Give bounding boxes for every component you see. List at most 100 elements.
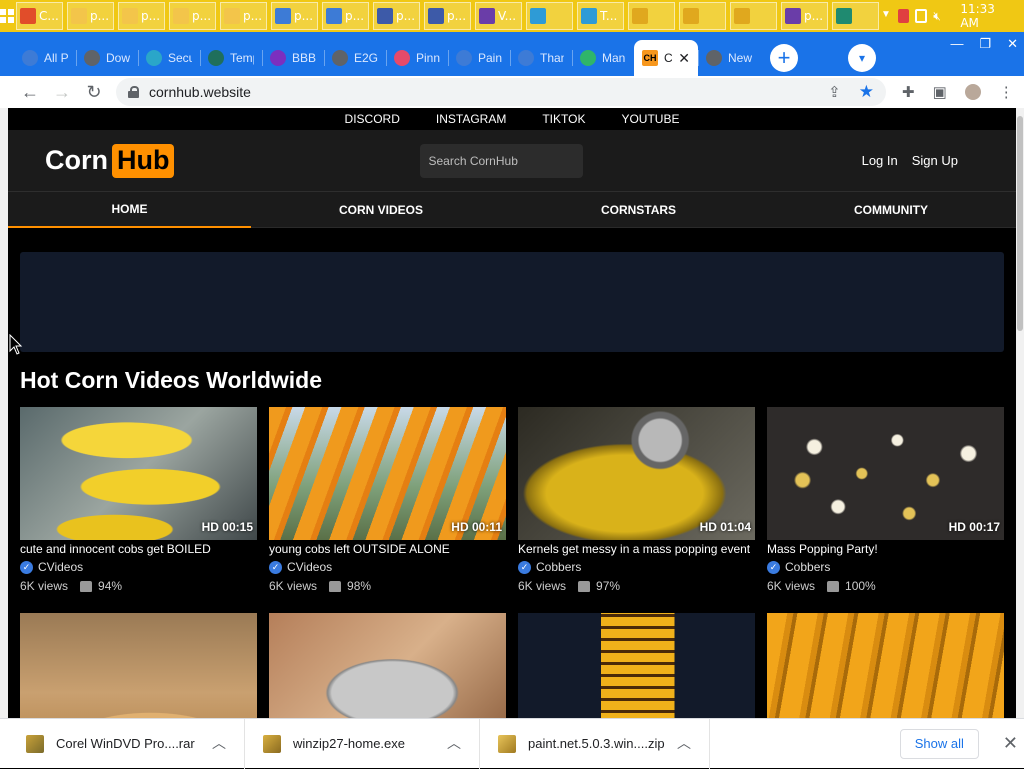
chevron-up-icon[interactable]: ︿ — [212, 733, 226, 753]
browser-tab[interactable]: BBB — [262, 40, 324, 76]
side-panel-icon[interactable]: ▣ — [933, 83, 947, 101]
social-link-instagram[interactable]: INSTAGRAM — [436, 112, 506, 126]
video-thumbnail[interactable]: HD 01:04 — [518, 407, 755, 540]
taskbar-app-button[interactable]: p... — [373, 2, 420, 30]
minimize-icon[interactable]: — — [950, 36, 963, 52]
video-title[interactable]: cute and innocent cobs get BOILED — [20, 542, 257, 556]
extensions-puzzle-icon[interactable]: ✚ — [902, 83, 915, 101]
taskbar-app-button[interactable] — [730, 2, 777, 30]
browser-tab[interactable]: New — [698, 40, 760, 76]
video-card[interactable]: HD 00:15 cute and innocent cobs get BOIL… — [20, 407, 257, 593]
taskbar-app-label: T... — [600, 9, 618, 23]
site-logo[interactable]: Corn Hub — [45, 143, 175, 178]
taskbar-app-button[interactable]: T... — [577, 2, 624, 30]
restore-icon[interactable]: ❐ — [979, 36, 991, 52]
video-thumbnail[interactable] — [767, 613, 1004, 718]
chevron-up-icon[interactable]: ︿ — [677, 733, 691, 753]
browser-tab[interactable]: Pinn — [386, 40, 448, 76]
lock-icon[interactable] — [128, 86, 139, 98]
network-icon[interactable] — [915, 9, 928, 23]
show-all-downloads-button[interactable]: Show all — [899, 728, 979, 759]
chevron-up-icon[interactable]: ▼ — [881, 9, 892, 23]
nav-community[interactable]: COMMUNITY — [766, 192, 1016, 228]
video-card[interactable] — [269, 613, 506, 718]
taskbar-app-button[interactable] — [526, 2, 573, 30]
taskbar-app-button[interactable]: p... — [67, 2, 114, 30]
bookmark-star-icon[interactable]: ★ — [859, 82, 874, 102]
nav-corn-videos[interactable]: CORN VIDEOS — [251, 192, 511, 228]
taskbar-app-button[interactable]: p... — [322, 2, 369, 30]
browser-tab[interactable]: Than — [510, 40, 572, 76]
chevron-up-icon[interactable]: ︿ — [447, 733, 461, 753]
taskbar-app-button[interactable]: p... — [220, 2, 267, 30]
browser-tab[interactable]: Paint — [448, 40, 510, 76]
video-thumbnail[interactable]: HD 00:17 — [767, 407, 1004, 540]
download-item[interactable]: winzip27-home.exe ︿ — [245, 718, 480, 769]
close-tab-icon[interactable]: ✕ — [678, 50, 690, 67]
video-title[interactable]: young cobs left OUTSIDE ALONE — [269, 542, 506, 556]
taskbar-app-button[interactable] — [679, 2, 726, 30]
video-thumbnail[interactable] — [269, 613, 506, 718]
menu-kebab-icon[interactable]: ⋮ — [999, 83, 1014, 101]
taskbar-app-button[interactable]: C... — [16, 2, 63, 30]
social-link-discord[interactable]: DISCORD — [345, 112, 400, 126]
nav-cornstars[interactable]: CORNSTARS — [511, 192, 766, 228]
taskbar-clock[interactable]: 11:33 AM — [960, 2, 1005, 30]
browser-tab[interactable]: E2Gu — [324, 40, 386, 76]
video-channel[interactable]: ✓ CVideos — [269, 560, 506, 574]
tab-search-button[interactable]: ▾ — [848, 44, 876, 72]
no-network-icon[interactable] — [898, 9, 910, 23]
back-button[interactable]: ← — [14, 76, 46, 108]
video-channel[interactable]: ✓ CVideos — [20, 560, 257, 574]
taskbar-app-button[interactable]: p... — [781, 2, 828, 30]
scrollbar-thumb[interactable] — [1017, 116, 1023, 331]
video-card[interactable] — [518, 613, 755, 718]
taskbar-app-button[interactable]: p... — [118, 2, 165, 30]
taskbar-app-button[interactable] — [832, 2, 879, 30]
video-card[interactable]: HD 00:17 Mass Popping Party! ✓ Cobbers 6… — [767, 407, 1004, 593]
nav-home[interactable]: HOME — [8, 192, 251, 228]
video-card[interactable]: HD 01:04 Kernels get messy in a mass pop… — [518, 407, 755, 593]
video-card[interactable] — [767, 613, 1004, 718]
profile-avatar[interactable] — [964, 84, 981, 100]
ad-banner[interactable] — [20, 252, 1004, 352]
site-search-input[interactable] — [420, 143, 584, 178]
video-thumbnail[interactable] — [20, 613, 257, 718]
social-link-tiktok[interactable]: TIKTOK — [542, 112, 585, 126]
browser-tab[interactable]: Down — [76, 40, 138, 76]
share-icon[interactable]: ⇪ — [828, 83, 841, 101]
login-link[interactable]: Log In — [862, 153, 898, 168]
url-field[interactable]: cornhub.website ⇪ ★ — [116, 78, 886, 106]
signup-link[interactable]: Sign Up — [912, 153, 958, 168]
page-scrollbar[interactable] — [1016, 108, 1024, 718]
video-channel[interactable]: ✓ Cobbers — [518, 560, 755, 574]
close-shelf-icon[interactable]: ✕ — [1003, 733, 1018, 754]
start-button[interactable] — [0, 0, 14, 32]
taskbar-app-button[interactable]: p... — [169, 2, 216, 30]
video-title[interactable]: Mass Popping Party! — [767, 542, 1004, 556]
browser-tab[interactable]: CH C ✕ — [634, 40, 698, 76]
reload-button[interactable]: ↻ — [78, 76, 110, 108]
browser-tab[interactable]: Temp — [200, 40, 262, 76]
video-channel[interactable]: ✓ Cobbers — [767, 560, 1004, 574]
download-item[interactable]: Corel WinDVD Pro....rar ︿ — [0, 718, 245, 769]
social-link-youtube[interactable]: YOUTUBE — [621, 112, 679, 126]
taskbar-app-button[interactable] — [628, 2, 675, 30]
download-item[interactable]: paint.net.5.0.3.win....zip ︿ — [480, 718, 710, 769]
video-thumbnail[interactable]: HD 00:15 — [20, 407, 257, 540]
close-window-icon[interactable]: ✕ — [1007, 36, 1018, 52]
video-thumbnail[interactable]: HD 00:11 — [269, 407, 506, 540]
video-card[interactable] — [20, 613, 257, 718]
browser-tab[interactable]: All Pr — [14, 40, 76, 76]
new-tab-button[interactable]: + — [770, 44, 798, 72]
video-card[interactable]: HD 00:11 young cobs left OUTSIDE ALONE ✓… — [269, 407, 506, 593]
browser-tab[interactable]: Man — [572, 40, 634, 76]
volume-muted-icon[interactable]: 🔇︎ — [933, 9, 944, 23]
taskbar-app-button[interactable]: p... — [424, 2, 471, 30]
forward-button[interactable]: → — [46, 76, 78, 108]
video-thumbnail[interactable] — [518, 613, 755, 718]
taskbar-app-button[interactable]: V... — [475, 2, 522, 30]
video-title[interactable]: Kernels get messy in a mass popping even… — [518, 542, 755, 556]
browser-tab[interactable]: Secu — [138, 40, 200, 76]
taskbar-app-button[interactable]: p... — [271, 2, 318, 30]
